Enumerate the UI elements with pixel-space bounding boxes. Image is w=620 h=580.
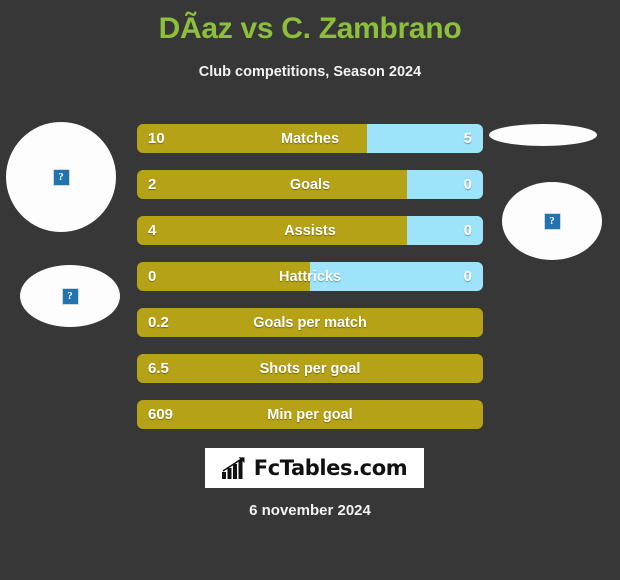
home-value: 0.2 bbox=[148, 314, 169, 331]
stat-row-min-per-goal: 609 Min per goal bbox=[137, 400, 483, 429]
stat-bar-list: 10 Matches 5 2 Goals 0 4 Assists 0 0 Hat… bbox=[137, 124, 483, 446]
page-title: DÃ­az vs C. Zambrano bbox=[158, 12, 462, 45]
home-player-photo-bottom: ? bbox=[20, 265, 120, 327]
home-player-photo-top: ? bbox=[6, 122, 116, 232]
stat-label: Shots per goal bbox=[259, 360, 361, 377]
stat-row-shots-per-goal: 6.5 Shots per goal bbox=[137, 354, 483, 383]
bar-chart-arrow-icon bbox=[221, 457, 245, 479]
stat-label: Assists bbox=[284, 222, 336, 239]
away-value: 0 bbox=[463, 176, 472, 193]
home-value: 609 bbox=[148, 406, 174, 423]
stat-label: Goals bbox=[289, 176, 331, 193]
away-value: 0 bbox=[463, 222, 472, 239]
away-player-photo-top bbox=[489, 124, 597, 146]
home-value: 4 bbox=[148, 222, 157, 239]
broken-image-icon: ? bbox=[52, 168, 70, 186]
stat-row-hattricks: 0 Hattricks 0 bbox=[137, 262, 483, 291]
home-value: 2 bbox=[148, 176, 157, 193]
fctables-logo[interactable]: FcTables.com bbox=[205, 448, 424, 488]
home-value: 6.5 bbox=[148, 360, 169, 377]
away-value: 0 bbox=[463, 268, 472, 285]
broken-image-icon: ? bbox=[61, 287, 79, 305]
logo-text: FcTables.com bbox=[253, 456, 408, 480]
stat-row-goals: 2 Goals 0 bbox=[137, 170, 483, 199]
away-value: 5 bbox=[463, 130, 472, 147]
stat-label: Min per goal bbox=[267, 406, 353, 423]
stat-label: Goals per match bbox=[253, 314, 367, 331]
stat-row-matches: 10 Matches 5 bbox=[137, 124, 483, 153]
away-player-photo-bottom: ? bbox=[502, 182, 602, 260]
stat-comparison-card: DÃ­az vs C. Zambrano Club competitions, … bbox=[0, 0, 620, 580]
stat-label: Matches bbox=[280, 130, 340, 147]
stat-label: Hattricks bbox=[278, 268, 342, 285]
broken-image-icon: ? bbox=[543, 212, 561, 230]
page-subtitle: Club competitions, Season 2024 bbox=[198, 64, 422, 80]
stat-row-goals-per-match: 0.2 Goals per match bbox=[137, 308, 483, 337]
home-value: 10 bbox=[148, 130, 165, 147]
home-value: 0 bbox=[148, 268, 157, 285]
date-label: 6 november 2024 bbox=[249, 502, 371, 519]
stat-row-assists: 4 Assists 0 bbox=[137, 216, 483, 245]
